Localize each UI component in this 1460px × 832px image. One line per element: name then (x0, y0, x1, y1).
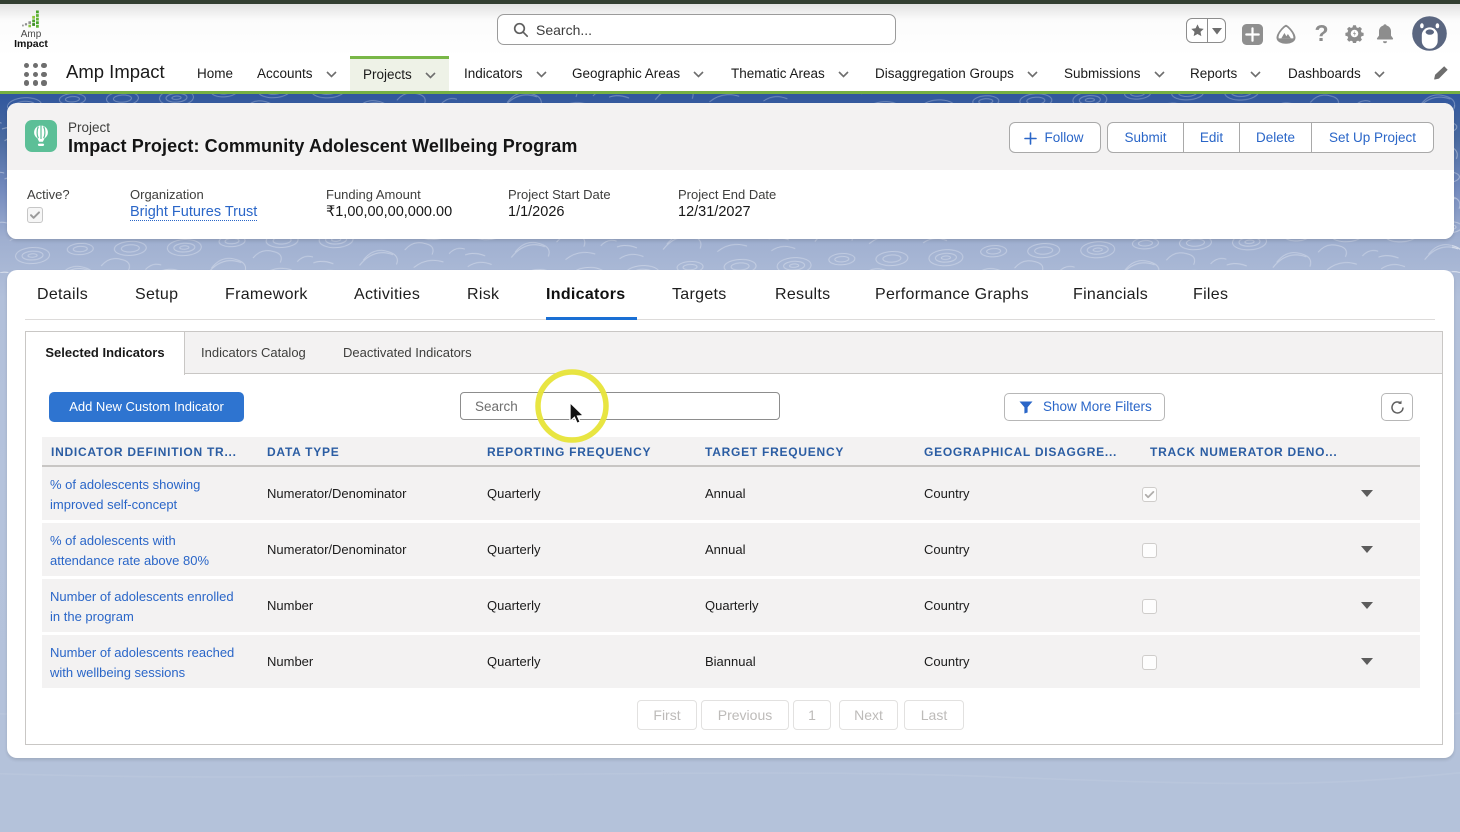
svg-text:?: ? (1314, 21, 1328, 46)
